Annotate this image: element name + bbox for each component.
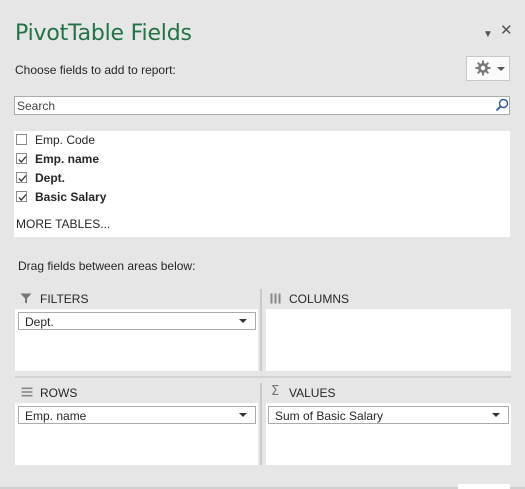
chevron-down-icon: [239, 413, 247, 417]
field-item[interactable]: Emp. name: [14, 150, 314, 168]
chevron-down-icon: [492, 413, 500, 417]
field-label: Basic Salary: [35, 190, 107, 204]
filter-field-dropdown[interactable]: Dept.: [18, 312, 256, 330]
area-splitter-vertical[interactable]: [260, 383, 262, 465]
chevron-down-icon: [239, 319, 247, 323]
value-field-dropdown[interactable]: Sum of Basic Salary: [268, 406, 509, 424]
gear-icon: [475, 60, 491, 76]
panel-title: PivotTable Fields: [15, 21, 192, 46]
field-checkbox[interactable]: [16, 191, 27, 202]
subtitle: Choose fields to add to report:: [15, 63, 176, 77]
chevron-down-icon: [497, 67, 505, 71]
values-title: VALUES: [289, 386, 336, 400]
value-field-label: Sum of Basic Salary: [275, 409, 384, 423]
field-checkbox[interactable]: [16, 172, 27, 183]
columns-title: COLUMNS: [289, 292, 350, 306]
field-item[interactable]: Emp. Code: [14, 131, 314, 149]
area-splitter-horizontal[interactable]: [15, 376, 511, 378]
filter-field-label: Dept.: [25, 315, 54, 329]
search-icon[interactable]: [495, 98, 509, 112]
rows-drop-zone[interactable]: Emp. name: [15, 403, 258, 465]
areas-instruction: Drag fields between areas below:: [18, 259, 196, 273]
search-input[interactable]: [15, 97, 487, 114]
close-icon[interactable]: ✕: [500, 23, 513, 39]
columns-drop-zone[interactable]: [266, 309, 511, 371]
more-tables-link[interactable]: MORE TABLES...: [16, 217, 110, 231]
field-label: Emp. Code: [35, 133, 96, 147]
columns-icon: [270, 293, 281, 304]
field-checkbox[interactable]: [16, 134, 27, 145]
rows-area: ROWS Emp. name: [15, 383, 258, 465]
checkmark-icon: [18, 194, 27, 201]
filters-title: FILTERS: [40, 292, 89, 306]
values-area: Σ VALUES Sum of Basic Salary: [264, 383, 511, 465]
defer-update-area: [458, 484, 510, 489]
columns-area: COLUMNS: [264, 289, 511, 371]
row-field-dropdown[interactable]: Emp. name: [18, 406, 256, 424]
rows-icon: [21, 387, 33, 397]
field-item[interactable]: Basic Salary: [14, 188, 314, 206]
rows-title: ROWS: [40, 386, 78, 400]
row-field-label: Emp. name: [25, 409, 87, 423]
filters-drop-zone[interactable]: Dept.: [15, 309, 258, 371]
field-list: Emp. Code Emp. name Dept. Basic Salary M…: [14, 131, 510, 237]
field-label: Emp. name: [35, 152, 100, 166]
checkmark-icon: [18, 156, 27, 163]
area-splitter-vertical[interactable]: [260, 289, 262, 371]
field-label: Dept.: [35, 171, 65, 185]
field-checkbox[interactable]: [16, 153, 27, 164]
sigma-icon: Σ: [271, 384, 280, 399]
values-drop-zone[interactable]: Sum of Basic Salary: [266, 403, 511, 465]
filters-area: FILTERS Dept.: [15, 289, 258, 371]
tools-button[interactable]: [466, 56, 510, 81]
checkmark-icon: [18, 175, 27, 182]
dropdown-arrow-icon[interactable]: ▼: [483, 27, 493, 43]
field-item[interactable]: Dept.: [14, 169, 314, 187]
search-box: [14, 96, 510, 115]
filter-funnel-icon: [20, 293, 32, 304]
